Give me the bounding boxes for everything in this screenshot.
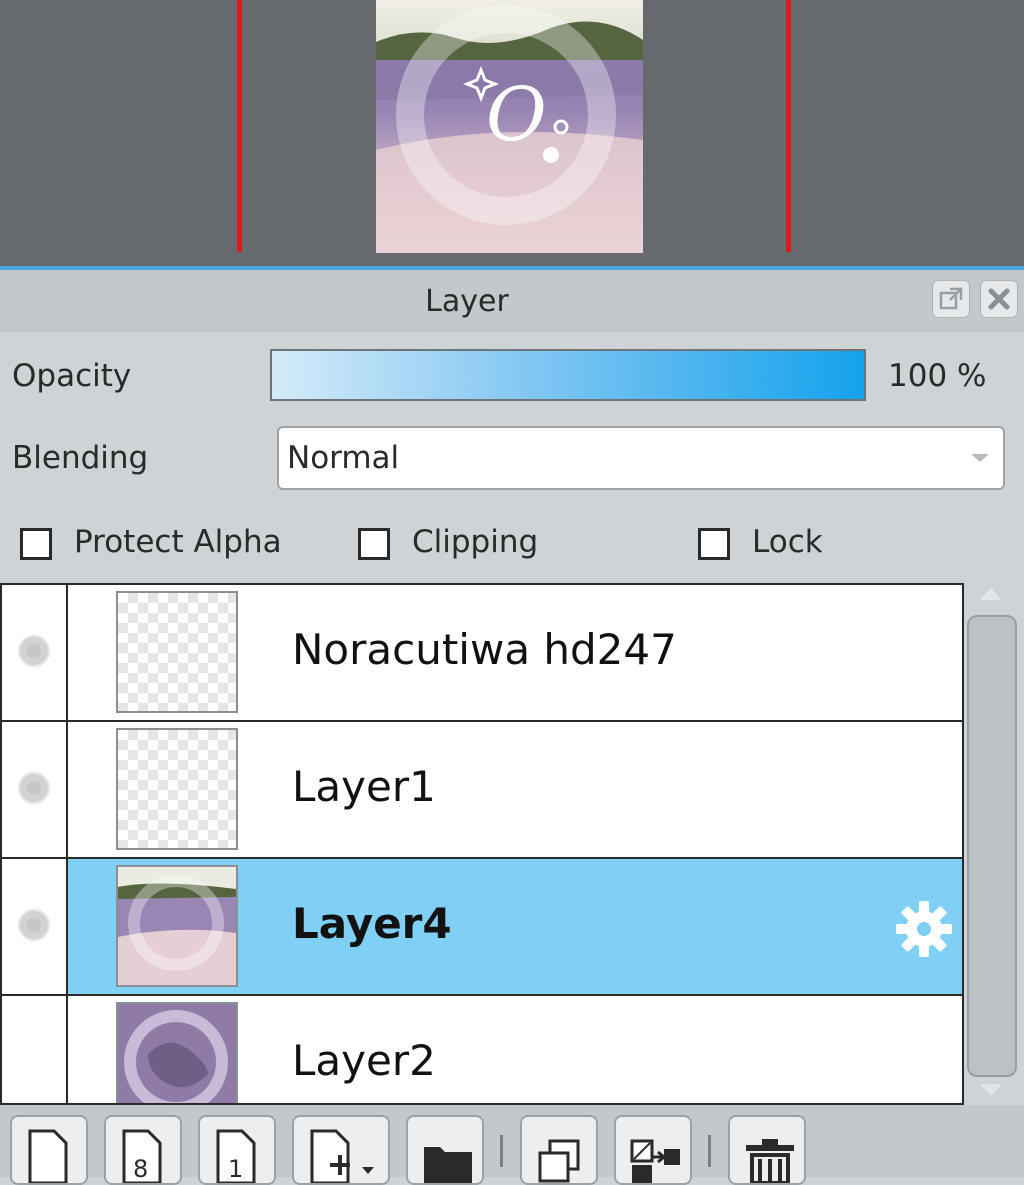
layer-list[interactable]: Noracutiwa hd247 Layer1 Layer4 Layer2: [0, 583, 964, 1105]
visibility-cell[interactable]: [2, 996, 68, 1103]
new-layer-button[interactable]: [10, 1115, 88, 1185]
delete-layer-button[interactable]: [728, 1115, 806, 1185]
layer-thumbnail: [116, 728, 238, 850]
blending-selected-value: Normal: [287, 440, 400, 476]
visibility-cell[interactable]: [2, 722, 68, 857]
layer-name: Layer4: [292, 899, 452, 948]
svg-text:8: 8: [133, 1155, 148, 1183]
panel-titlebar[interactable]: Layer: [0, 270, 1024, 332]
toolbar-divider: [708, 1135, 711, 1167]
add-layer-menu-icon: [310, 1129, 374, 1183]
protect-alpha-label: Protect Alpha: [74, 524, 282, 560]
duplicate-layer-button[interactable]: [520, 1115, 598, 1185]
delete-layer-icon: [746, 1139, 794, 1183]
layer-row[interactable]: Noracutiwa hd247: [2, 585, 962, 722]
duplicate-layer-icon: [538, 1139, 580, 1183]
chevron-down-icon: [971, 454, 989, 462]
visibility-cell[interactable]: [2, 585, 68, 720]
clipping-checkbox[interactable]: [358, 528, 390, 560]
lock-checkbox[interactable]: [698, 528, 730, 560]
scrollbar-thumb[interactable]: [967, 615, 1017, 1077]
new-8bit-layer-button[interactable]: 8: [104, 1115, 182, 1185]
layer-name: Noracutiwa hd247: [292, 625, 677, 674]
new-folder-button[interactable]: [406, 1115, 484, 1185]
gear-icon[interactable]: [892, 897, 956, 961]
new-1bit-layer-button[interactable]: 1: [198, 1115, 276, 1185]
protect-alpha-checkbox[interactable]: [20, 528, 52, 560]
add-layer-menu-button[interactable]: [292, 1115, 390, 1185]
layer-toolbar: 8 1: [0, 1105, 1024, 1185]
svg-text:1: 1: [228, 1155, 243, 1183]
scroll-up-arrow[interactable]: [980, 588, 1002, 600]
undock-icon: [939, 287, 963, 310]
visibility-cell[interactable]: [2, 859, 68, 994]
layer-panel: Layer Opacity 100 % Blending Normal Prot…: [0, 270, 1024, 1185]
close-button[interactable]: [980, 280, 1018, 318]
layer-thumbnail: [116, 591, 238, 713]
canvas-area[interactable]: O: [0, 0, 1024, 266]
panel-title: Layer: [425, 284, 509, 319]
merge-down-button[interactable]: [614, 1115, 692, 1185]
layer-thumbnail: [116, 865, 238, 987]
layer-thumbnail: [116, 1002, 238, 1103]
scroll-down-arrow[interactable]: [980, 1084, 1002, 1096]
lock-label: Lock: [752, 524, 823, 560]
visibility-icon[interactable]: [18, 909, 50, 941]
blending-select[interactable]: Normal: [277, 426, 1005, 490]
guide-line-left: [237, 0, 242, 252]
clipping-label: Clipping: [412, 524, 539, 560]
merge-down-icon: [630, 1139, 680, 1183]
layer-row[interactable]: Layer1: [2, 722, 962, 859]
new-folder-icon: [424, 1147, 472, 1183]
new-layer-icon: [28, 1129, 68, 1183]
layer-name: Layer1: [292, 762, 436, 811]
layer-row[interactable]: Layer2: [2, 996, 962, 1103]
guide-line-right: [786, 0, 791, 252]
opacity-label: Opacity: [12, 358, 132, 394]
close-icon: [988, 288, 1010, 310]
undock-button[interactable]: [932, 280, 970, 318]
visibility-icon[interactable]: [18, 635, 50, 667]
opacity-slider[interactable]: [270, 349, 866, 401]
layer-row-selected[interactable]: Layer4: [2, 859, 962, 996]
layer-name: Layer2: [292, 1036, 436, 1085]
canvas-image[interactable]: O: [376, 0, 643, 253]
blending-label: Blending: [12, 440, 149, 476]
toolbar-divider: [500, 1135, 503, 1167]
visibility-icon[interactable]: [18, 772, 50, 804]
new-1bit-layer-icon: 1: [216, 1129, 256, 1183]
new-8bit-layer-icon: 8: [122, 1129, 162, 1183]
opacity-value: 100 %: [888, 358, 987, 394]
